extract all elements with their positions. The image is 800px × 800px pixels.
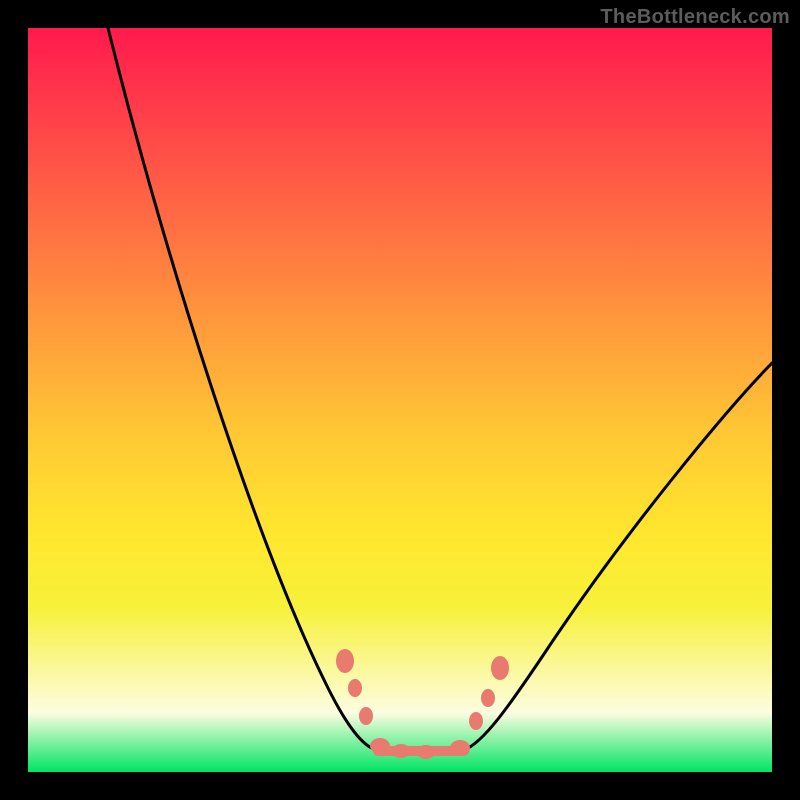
marker-dot	[392, 744, 410, 758]
marker-dot	[417, 745, 435, 759]
marker-dot	[359, 707, 373, 725]
curve-left-branch	[108, 28, 376, 750]
marker-dot	[469, 712, 483, 730]
chart-plot-area	[28, 28, 772, 772]
marker-dot	[370, 738, 390, 754]
curve-svg	[28, 28, 772, 772]
marker-dot	[491, 656, 509, 680]
curve-right-branch	[464, 363, 772, 750]
attribution-text: TheBottleneck.com	[600, 6, 790, 29]
marker-dot	[481, 689, 495, 707]
marker-dot	[336, 649, 354, 673]
marker-dot	[450, 740, 470, 756]
marker-dot	[348, 679, 362, 697]
